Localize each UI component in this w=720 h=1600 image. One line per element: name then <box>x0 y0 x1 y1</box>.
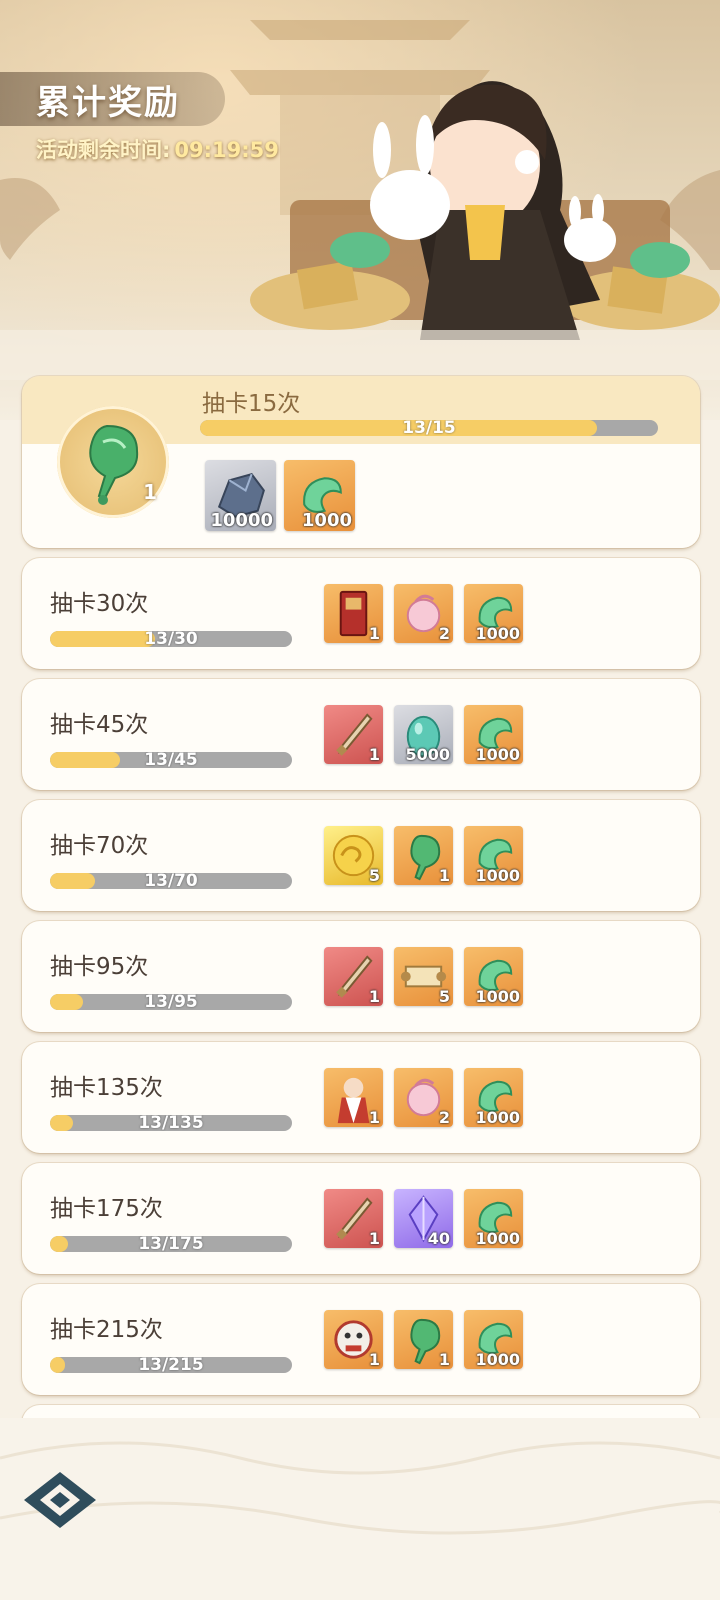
reward-count: 1000 <box>475 987 520 1006</box>
milestone-card[interactable]: 抽卡175次 13/175 1 40 1000 <box>22 1163 700 1274</box>
reward-count: 1000 <box>475 1108 520 1127</box>
back-button[interactable] <box>22 1470 98 1530</box>
timer-label: 活动剩余时间: <box>36 138 171 162</box>
progress-text: 13/175 <box>138 1236 204 1252</box>
reward-count: 1 <box>368 624 380 643</box>
progress-bar: 13/215 <box>50 1357 292 1373</box>
reward-count: 2 <box>438 624 450 643</box>
reward-item[interactable]: 1 <box>394 826 453 885</box>
reward-item[interactable]: 1 <box>394 1310 453 1369</box>
reward-count: 1 <box>368 1350 380 1369</box>
milestone-title: 抽卡135次 <box>50 1075 163 1101</box>
banner-illustration <box>0 20 720 380</box>
reward-count: 1000 <box>475 624 520 643</box>
progress-text: 13/215 <box>138 1357 204 1373</box>
reward-count: 1000 <box>301 510 352 531</box>
reward-count: 1000 <box>475 745 520 764</box>
milestone-card[interactable]: 抽卡70次 13/70 5 1 1000 <box>22 800 700 911</box>
reward-item[interactable]: 5000 <box>394 705 453 764</box>
reward-item[interactable]: 5 <box>394 947 453 1006</box>
progress-bar: 13/70 <box>50 873 292 889</box>
reward-item[interactable]: 1 <box>324 1189 383 1248</box>
reward-item[interactable]: 1000 <box>464 826 523 885</box>
page-title: 累计奖励 <box>0 72 225 126</box>
progress-bar: 13/175 <box>50 1236 292 1252</box>
reward-item[interactable]: 1 <box>324 947 383 1006</box>
reward-count: 10000 <box>210 510 273 531</box>
progress-text: 13/135 <box>138 1115 204 1131</box>
reward-item[interactable]: 1 <box>324 705 383 764</box>
milestone-title: 抽卡15次 <box>202 391 301 417</box>
progress-bar: 13/15 <box>200 420 658 436</box>
milestone-title: 抽卡70次 <box>50 833 149 859</box>
reward-list: 1 2 1000 <box>324 584 534 643</box>
milestone-title: 抽卡95次 <box>50 954 149 980</box>
reward-count: 40 <box>427 1229 450 1248</box>
reward-item[interactable]: 1000 <box>284 460 355 531</box>
reward-item[interactable]: 1 <box>324 584 383 643</box>
milestone-card[interactable]: 抽卡135次 13/135 1 2 1000 <box>22 1042 700 1153</box>
milestone-title: 抽卡30次 <box>50 591 149 617</box>
reward-item[interactable]: 1000 <box>464 1068 523 1127</box>
reward-count: 1000 <box>475 1350 520 1369</box>
progress-text: 13/30 <box>144 631 198 647</box>
progress-text: 13/45 <box>144 752 198 768</box>
cloud-pattern <box>0 1441 720 1535</box>
milestone-title: 抽卡45次 <box>50 712 149 738</box>
milestone-card[interactable]: 抽卡45次 13/45 1 5000 1000 <box>22 679 700 790</box>
reward-list: 5 1 1000 <box>324 826 534 885</box>
milestone-card[interactable]: 抽卡95次 13/95 1 5 1000 <box>22 921 700 1032</box>
reward-list: 10000 1000 <box>205 460 363 531</box>
reward-count: 5000 <box>405 745 450 764</box>
reward-item[interactable]: 5 <box>324 826 383 885</box>
reward-count: 1000 <box>475 1229 520 1248</box>
reward-item[interactable]: 1000 <box>464 947 523 1006</box>
milestone-card[interactable]: 抽卡215次 13/215 1 1 1000 <box>22 1284 700 1395</box>
reward-item[interactable]: 2 <box>394 1068 453 1127</box>
progress-bar: 13/95 <box>50 994 292 1010</box>
reward-list: 1 1 1000 <box>324 1310 534 1369</box>
progress-bar: 13/135 <box>50 1115 292 1131</box>
bottom-bar <box>0 1418 720 1600</box>
event-timer: 活动剩余时间: 09:19:59 <box>36 134 279 164</box>
reward-item[interactable]: 1 <box>324 1068 383 1127</box>
reward-list: 1 5 1000 <box>324 947 534 1006</box>
reward-count: 1000 <box>475 866 520 885</box>
reward-count: 1 <box>368 1229 380 1248</box>
milestone-title: 抽卡215次 <box>50 1317 163 1343</box>
reward-count: 1 <box>368 1108 380 1127</box>
reward-count: 1 <box>368 745 380 764</box>
progress-text: 13/15 <box>402 420 456 436</box>
timer-value: 09:19:59 <box>174 138 279 162</box>
reward-item[interactable]: 40 <box>394 1189 453 1248</box>
reward-count: 1 <box>438 1350 450 1369</box>
reward-count: 1 <box>438 866 450 885</box>
featured-count: 1 <box>143 480 157 504</box>
reward-count: 1 <box>368 987 380 1006</box>
featured-reward[interactable]: 1 <box>57 406 169 518</box>
banner-art <box>0 0 720 420</box>
milestone-title: 抽卡175次 <box>50 1196 163 1222</box>
reward-item[interactable]: 1000 <box>464 705 523 764</box>
reward-item[interactable]: 1000 <box>464 1189 523 1248</box>
reward-list: 1 40 1000 <box>324 1189 534 1248</box>
progress-bar: 13/45 <box>50 752 292 768</box>
reward-item[interactable]: 1 <box>324 1310 383 1369</box>
milestone-list[interactable]: 1 抽卡15次 13/15 10000 1000 抽卡30次 13/30 1 2… <box>22 376 700 1475</box>
reward-list: 1 5000 1000 <box>324 705 534 764</box>
reward-item[interactable]: 1000 <box>464 584 523 643</box>
reward-count: 5 <box>368 866 380 885</box>
milestone-card[interactable]: 抽卡30次 13/30 1 2 1000 <box>22 558 700 669</box>
reward-list: 1 2 1000 <box>324 1068 534 1127</box>
diamond-logo-icon <box>24 1472 96 1528</box>
reward-item[interactable]: 1000 <box>464 1310 523 1369</box>
reward-item[interactable]: 2 <box>394 584 453 643</box>
progress-text: 13/70 <box>144 873 198 889</box>
progress-text: 13/95 <box>144 994 198 1010</box>
reward-item[interactable]: 10000 <box>205 460 276 531</box>
reward-count: 2 <box>438 1108 450 1127</box>
milestone-card-featured[interactable]: 1 抽卡15次 13/15 10000 1000 <box>22 376 700 548</box>
reward-count: 5 <box>438 987 450 1006</box>
progress-bar: 13/30 <box>50 631 292 647</box>
